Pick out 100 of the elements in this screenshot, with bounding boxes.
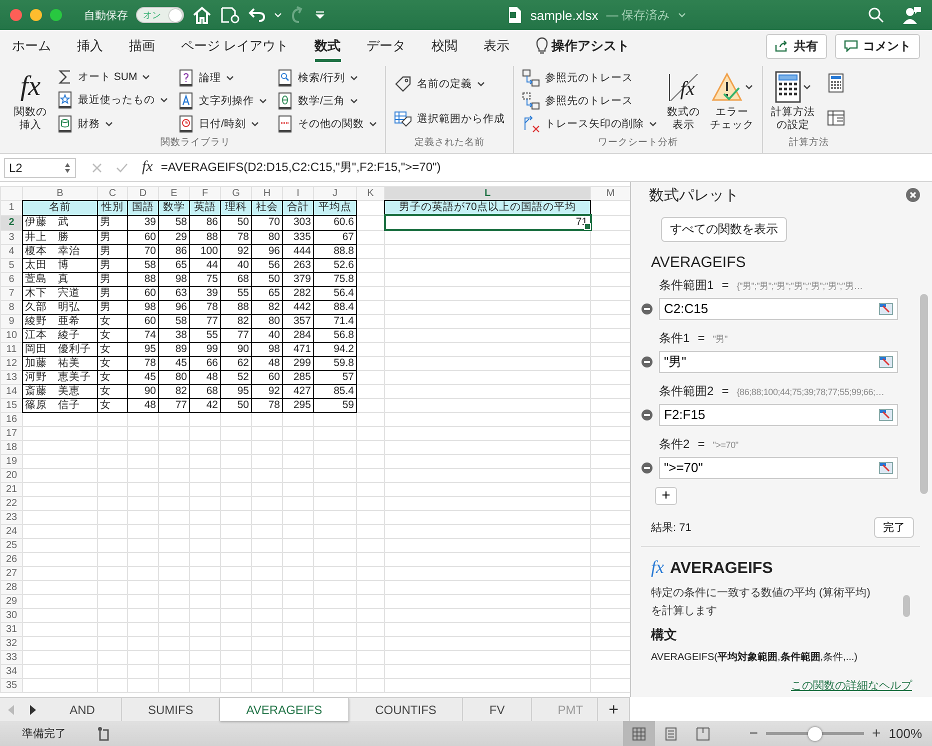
- sheet-tab[interactable]: AVERAGEIFS: [220, 698, 350, 721]
- ribbon-button[interactable]: オート SUM: [57, 68, 168, 86]
- argument-field[interactable]: "男": [659, 350, 898, 373]
- column-header[interactable]: D: [128, 186, 158, 200]
- remove-argument-icon[interactable]: [641, 408, 653, 421]
- row-header[interactable]: 21: [0, 482, 22, 496]
- column-header[interactable]: F: [190, 186, 220, 200]
- ribbon-button[interactable]: 数学/三角: [277, 90, 377, 111]
- row-header[interactable]: 31: [0, 622, 22, 636]
- ribbon-tab[interactable]: データ: [366, 30, 406, 62]
- row-header[interactable]: 29: [0, 594, 22, 608]
- column-header[interactable]: L: [384, 186, 590, 200]
- scrollbar[interactable]: [920, 294, 928, 494]
- macro-icon[interactable]: [96, 726, 112, 742]
- row-header[interactable]: 28: [0, 580, 22, 594]
- row-header[interactable]: 25: [0, 538, 22, 552]
- fill-handle[interactable]: [584, 223, 590, 230]
- ribbon-tab[interactable]: 表示: [484, 30, 510, 62]
- row-header[interactable]: 10: [0, 328, 22, 342]
- ribbon-tab[interactable]: 描画: [129, 30, 155, 62]
- ribbon-button[interactable]: エラー チェック: [710, 70, 754, 132]
- save-icon[interactable]: [220, 6, 240, 24]
- row-header[interactable]: 20: [0, 468, 22, 482]
- ribbon-tab[interactable]: ホーム: [12, 30, 51, 62]
- home-icon[interactable]: [192, 6, 212, 24]
- row-header[interactable]: 4: [0, 244, 22, 258]
- name-box[interactable]: L2: [4, 158, 76, 178]
- done-button[interactable]: 完了: [874, 517, 914, 538]
- ribbon-button[interactable]: fx 数式の 表示: [667, 70, 700, 132]
- row-header[interactable]: 17: [0, 426, 22, 440]
- scrollbar[interactable]: [903, 595, 910, 617]
- column-header[interactable]: E: [158, 186, 190, 200]
- range-picker-icon[interactable]: [879, 302, 893, 315]
- share-button[interactable]: 共有: [766, 34, 827, 58]
- row-header[interactable]: 33: [0, 650, 22, 664]
- argument-field[interactable]: F2:F15: [659, 404, 898, 426]
- row-header[interactable]: 22: [0, 496, 22, 510]
- close-icon[interactable]: [906, 188, 920, 202]
- row-header[interactable]: 35: [0, 678, 22, 692]
- row-header[interactable]: 14: [0, 384, 22, 398]
- column-header[interactable]: C: [98, 186, 128, 200]
- row-header[interactable]: 30: [0, 608, 22, 622]
- row-header[interactable]: 11: [0, 342, 22, 356]
- row-header[interactable]: 34: [0, 664, 22, 678]
- row-header[interactable]: 5: [0, 258, 22, 272]
- row-header[interactable]: 24: [0, 524, 22, 538]
- row-header[interactable]: 12: [0, 356, 22, 370]
- show-all-functions-button[interactable]: すべての関数を表示: [661, 216, 787, 242]
- row-header[interactable]: 8: [0, 300, 22, 314]
- zoom-in-button[interactable]: +: [872, 725, 881, 742]
- range-picker-icon[interactable]: [879, 356, 893, 368]
- caret-icon[interactable]: [678, 12, 686, 18]
- argument-field[interactable]: C2:C15: [659, 298, 898, 320]
- row-header[interactable]: 19: [0, 454, 22, 468]
- row-header[interactable]: 32: [0, 636, 22, 650]
- ribbon-tab[interactable]: ページ レイアウト: [181, 30, 289, 62]
- ribbon-button[interactable]: 財務: [57, 114, 168, 134]
- column-header[interactable]: G: [220, 186, 252, 200]
- ribbon-button[interactable]: 参照先のトレース: [522, 90, 657, 111]
- formula-text[interactable]: =AVERAGEIFS(D2:D15,C2:C15,"男",F2:F15,">=70"): [160, 159, 441, 176]
- normal-view-button[interactable]: [623, 721, 656, 746]
- remove-argument-icon[interactable]: [641, 302, 653, 315]
- argument-field[interactable]: ">=70": [659, 456, 898, 479]
- ribbon-button[interactable]: トレース矢印の削除: [522, 114, 657, 134]
- customize-icon[interactable]: [314, 9, 326, 21]
- column-header[interactable]: H: [252, 186, 282, 200]
- ribbon-tab[interactable]: 挿入: [77, 30, 103, 62]
- row-header[interactable]: 23: [0, 510, 22, 524]
- ribbon-button[interactable]: 日付/時刻: [178, 114, 267, 134]
- row-header[interactable]: 9: [0, 314, 22, 328]
- ribbon-button[interactable]: 最近使ったもの: [57, 90, 168, 110]
- ribbon-button[interactable]: 論理: [178, 68, 267, 88]
- comment-button[interactable]: コメント: [835, 34, 920, 58]
- ribbon-button[interactable]: その他の関数: [277, 114, 377, 134]
- add-argument-button[interactable]: +: [655, 486, 677, 505]
- row-header[interactable]: 2: [0, 215, 22, 230]
- column-header[interactable]: K: [356, 186, 384, 200]
- row-header[interactable]: 3: [0, 230, 22, 244]
- ribbon-button[interactable]: 参照元のトレース: [522, 68, 657, 88]
- column-header[interactable]: B: [22, 186, 98, 200]
- next-sheet-icon[interactable]: [28, 704, 37, 716]
- row-header[interactable]: 6: [0, 272, 22, 286]
- row-header[interactable]: 13: [0, 370, 22, 384]
- remove-argument-icon[interactable]: [641, 462, 653, 474]
- remove-argument-icon[interactable]: [641, 356, 653, 368]
- ribbon-button[interactable]: 検索/行列: [277, 68, 377, 88]
- undo-icon[interactable]: [248, 7, 266, 23]
- row-header[interactable]: 15: [0, 398, 22, 412]
- row-header[interactable]: 18: [0, 440, 22, 454]
- row-header[interactable]: 16: [0, 412, 22, 426]
- minimize-button[interactable]: [30, 9, 42, 21]
- row-header[interactable]: 7: [0, 286, 22, 300]
- column-header[interactable]: M: [590, 186, 630, 200]
- person-icon[interactable]: [902, 6, 922, 24]
- range-picker-icon[interactable]: [879, 462, 893, 474]
- ribbon-button[interactable]: 名前の定義: [394, 74, 505, 94]
- column-header[interactable]: J: [314, 186, 356, 200]
- search-icon[interactable]: [868, 7, 884, 23]
- column-header[interactable]: I: [282, 186, 314, 200]
- row-header[interactable]: 1: [0, 200, 22, 215]
